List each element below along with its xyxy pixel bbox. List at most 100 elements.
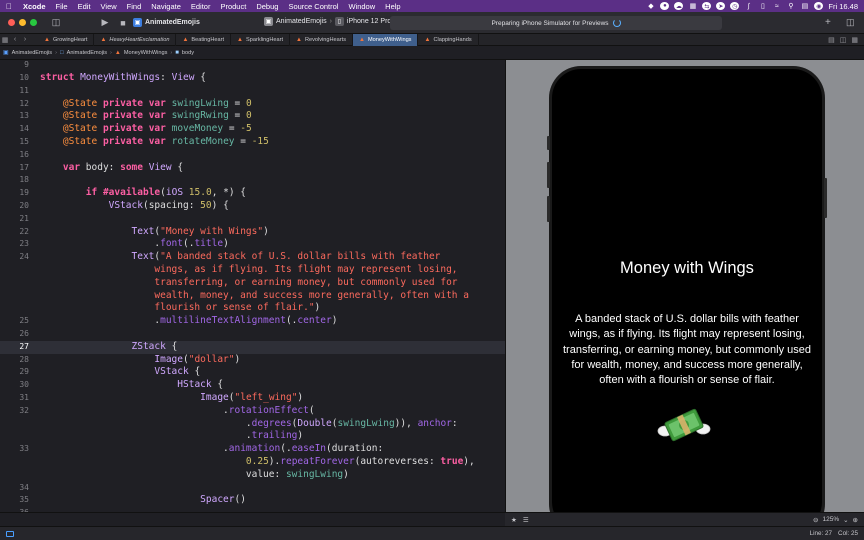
bluetooth-icon[interactable]: ∫ bbox=[744, 2, 753, 10]
breadcrumb-file[interactable]: MoneyWithWings bbox=[124, 50, 168, 56]
inspector-toggle-icon[interactable]: ◫ bbox=[846, 17, 855, 28]
code-line[interactable]: 31 Image("left_wing") bbox=[0, 392, 505, 405]
menu-navigate[interactable]: Navigate bbox=[146, 2, 186, 11]
tab-moneywithwings[interactable]: ▲ MoneyWithWings bbox=[353, 33, 419, 46]
code-line[interactable]: 12 @State private var swingLwing = 0 bbox=[0, 98, 505, 111]
code-line[interactable]: 30 HStack { bbox=[0, 379, 505, 392]
code-line[interactable]: 14 @State private var moveMoney = -5 bbox=[0, 123, 505, 136]
code-line[interactable]: 9 bbox=[0, 60, 505, 72]
preview-canvas[interactable]: Money with Wings A banded stack of U.S. … bbox=[505, 60, 864, 512]
search-icon[interactable]: ⚲ bbox=[786, 2, 795, 10]
code-line[interactable]: 18 bbox=[0, 174, 505, 187]
code-line[interactable]: 13 @State private var swingRwing = 0 bbox=[0, 110, 505, 123]
zoom-dropdown-icon[interactable]: ⌄ bbox=[843, 516, 848, 524]
translate-icon[interactable]: ⇆ bbox=[702, 2, 712, 10]
back-icon[interactable]: ‹ bbox=[10, 36, 20, 43]
line-number: 26 bbox=[19, 329, 29, 338]
code-line[interactable]: 33 .animation(.easeIn(duration: bbox=[0, 443, 505, 456]
code-line[interactable]: flourish or sense of flair.") bbox=[0, 302, 505, 315]
code-editor[interactable]: 9 10 struct MoneyWithWings: View {11 12 @St… bbox=[0, 60, 505, 512]
project-name: ▣ AnimatedEmojis bbox=[133, 18, 200, 27]
code-line[interactable]: wings, as if flying. Its flight may repr… bbox=[0, 264, 505, 277]
code-line[interactable]: 20 VStack(spacing: 50) { bbox=[0, 200, 505, 213]
control-center-icon[interactable]: ▤ bbox=[800, 2, 809, 10]
code-line[interactable]: transferring, or earning money, but comm… bbox=[0, 277, 505, 290]
menu-help[interactable]: Help bbox=[380, 2, 405, 11]
code-line[interactable]: 25 .multilineTextAlignment(.center) bbox=[0, 315, 505, 328]
code-line[interactable]: 27 ZStack { bbox=[0, 340, 505, 354]
close-window-button[interactable] bbox=[8, 19, 15, 26]
navigator-toggle-icon[interactable]: ◫ bbox=[49, 17, 63, 28]
code-line[interactable]: 17 var body: some View { bbox=[0, 162, 505, 175]
split-editor-icon[interactable]: ◫ bbox=[840, 36, 847, 44]
code-line[interactable]: wealth, money, and success more generall… bbox=[0, 290, 505, 303]
battery-icon[interactable]: ▯ bbox=[758, 2, 767, 10]
menu-debug[interactable]: Debug bbox=[251, 2, 283, 11]
tab-revolvinghearts[interactable]: ▲ RevolvingHearts bbox=[290, 33, 353, 46]
line-number: 23 bbox=[19, 239, 29, 249]
code-line[interactable]: 22 Text("Money with Wings") bbox=[0, 226, 505, 239]
code-line[interactable]: 16 bbox=[0, 149, 505, 162]
adjust-editor-icon[interactable]: ▤ bbox=[828, 36, 835, 44]
menu-find[interactable]: Find bbox=[122, 2, 147, 11]
preview-list-icon[interactable]: ☰ bbox=[523, 516, 529, 524]
apple-icon[interactable]:  bbox=[0, 2, 18, 11]
code-line[interactable]: 32 .rotationEffect( bbox=[0, 405, 505, 418]
code-line[interactable]: 35 Spacer() bbox=[0, 494, 505, 507]
wifi-icon[interactable]: ≈ bbox=[772, 2, 781, 10]
debug-area-toggle-icon[interactable] bbox=[6, 530, 14, 537]
scheme-selector[interactable]: ▣ AnimatedEmojis › ▯ iPhone 12 Pro bbox=[264, 17, 391, 26]
grid-icon[interactable]: ▦ bbox=[688, 2, 697, 10]
tab-heavyheartexclamation[interactable]: ▲ HeavyHeartExclamation bbox=[94, 33, 177, 46]
code-line[interactable]: 21 bbox=[0, 213, 505, 226]
cloud-icon[interactable]: ☁ bbox=[674, 2, 684, 10]
add-editor-icon[interactable]: ▦ bbox=[851, 36, 858, 44]
breadcrumb-symbol[interactable]: body bbox=[182, 50, 194, 56]
code-line[interactable]: 10 struct MoneyWithWings: View { bbox=[0, 72, 505, 85]
menu-window[interactable]: Window bbox=[343, 2, 380, 11]
zoom-in-icon[interactable]: ⊕ bbox=[853, 516, 858, 524]
code-line[interactable]: 11 bbox=[0, 85, 505, 98]
code-line[interactable]: 24 Text("A banded stack of U.S. dollar b… bbox=[0, 251, 505, 264]
grid-icon[interactable]: ▦ bbox=[0, 36, 10, 44]
code-line[interactable]: 26 bbox=[0, 328, 505, 341]
tab-clappinghands[interactable]: ▲ ClappingHands bbox=[418, 33, 479, 46]
code-line[interactable]: 0.25).repeatForever(autoreverses: true), bbox=[0, 456, 505, 469]
menu-product[interactable]: Product bbox=[215, 2, 251, 11]
add-icon[interactable]: + bbox=[825, 17, 831, 28]
code-line[interactable]: 23 .font(.title) bbox=[0, 238, 505, 251]
code-line[interactable]: 15 @State private var rotateMoney = -15 bbox=[0, 136, 505, 149]
code-line[interactable]: value: swingLwing) bbox=[0, 469, 505, 482]
tab-growingheart[interactable]: ▲ GrowingHeart bbox=[38, 33, 95, 46]
breadcrumb-project[interactable]: AnimatedEmojis bbox=[12, 50, 52, 56]
code-line[interactable]: 28 Image("dollar") bbox=[0, 354, 505, 367]
pin-icon[interactable]: ★ bbox=[511, 516, 517, 524]
menubar-clock[interactable]: Fri 16.48 bbox=[828, 2, 858, 11]
zoom-window-button[interactable] bbox=[30, 19, 37, 26]
zoom-level[interactable]: 125% bbox=[822, 516, 839, 523]
code-line[interactable]: .degrees(Double(swingLwing)), anchor: bbox=[0, 418, 505, 431]
dropbox-icon[interactable]: ◆ bbox=[646, 2, 655, 10]
send-icon[interactable]: ➤ bbox=[716, 2, 726, 10]
minimize-window-button[interactable] bbox=[19, 19, 26, 26]
stop-icon[interactable]: ■ bbox=[117, 18, 129, 28]
menu-editor[interactable]: Editor bbox=[186, 2, 216, 11]
code-line[interactable]: 19 if #available(iOS 15.0, *) { bbox=[0, 187, 505, 200]
forward-icon[interactable]: › bbox=[20, 36, 30, 43]
code-line[interactable]: 34 bbox=[0, 482, 505, 495]
menu-file[interactable]: File bbox=[51, 2, 73, 11]
menu-edit[interactable]: Edit bbox=[73, 2, 96, 11]
run-icon[interactable]: ▶ bbox=[99, 17, 111, 28]
tab-beatingheart[interactable]: ▲ BeatingHeart bbox=[176, 33, 232, 46]
code-line[interactable]: .trailing) bbox=[0, 430, 505, 443]
code-line[interactable]: 29 VStack { bbox=[0, 366, 505, 379]
tab-sparklingheart[interactable]: ▲ SparklingHeart bbox=[231, 33, 290, 46]
menu-view[interactable]: View bbox=[96, 2, 122, 11]
siri-icon[interactable]: ◉ bbox=[814, 2, 824, 10]
zoom-out-icon[interactable]: ⊖ bbox=[813, 516, 818, 524]
menu-source-control[interactable]: Source Control bbox=[283, 2, 343, 11]
clock-icon[interactable]: ◷ bbox=[730, 2, 740, 10]
breadcrumb-folder[interactable]: AnimatedEmojis bbox=[67, 50, 107, 56]
record-icon[interactable]: ● bbox=[660, 2, 670, 10]
menu-app-name[interactable]: Xcode bbox=[18, 2, 51, 11]
